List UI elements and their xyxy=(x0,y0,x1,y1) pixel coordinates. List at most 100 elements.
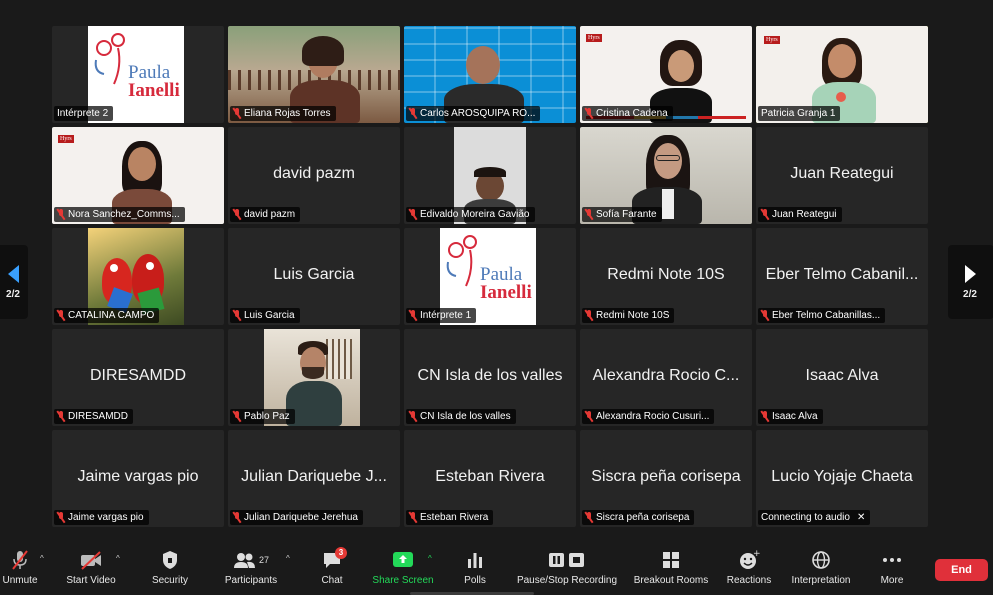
participant-nametag: CN Isla de los valles xyxy=(406,409,516,424)
participant-tile[interactable]: Eber Telmo Cabanil... Eber Telmo Cabanil… xyxy=(756,228,928,325)
participant-tile[interactable]: Carlos AROSQUIPA RO... xyxy=(404,26,576,123)
svg-text:+: + xyxy=(753,549,760,559)
close-icon[interactable]: ✕ xyxy=(857,510,865,525)
participant-nametag: Luis Garcia xyxy=(230,308,300,323)
mic-muted-icon xyxy=(233,512,241,523)
participant-nametag: Juan Reategui xyxy=(758,207,842,222)
participant-tile[interactable]: Hyrs Nora Sanchez_Comms... xyxy=(52,127,224,224)
chevron-up-icon[interactable]: ^ xyxy=(116,554,120,563)
participant-nametag: DIRESAMDD xyxy=(54,409,134,424)
pause-stop-icon xyxy=(547,549,587,571)
participant-tile[interactable]: Redmi Note 10S Redmi Note 10S xyxy=(580,228,752,325)
participant-tile[interactable]: Alexandra Rocio C... Alexandra Rocio Cus… xyxy=(580,329,752,426)
participant-nametag: Alexandra Rocio Cusuri... xyxy=(582,409,715,424)
participant-display-name: Isaac Alva xyxy=(805,367,879,384)
participant-nametag: Intérprete 2 xyxy=(54,106,114,121)
mic-muted-icon xyxy=(233,310,241,321)
mic-muted-icon xyxy=(585,209,593,220)
next-page-button[interactable]: 2/2 xyxy=(948,245,993,319)
pause-stop-recording-button[interactable]: Pause/Stop Recording xyxy=(512,549,622,591)
mic-muted-icon xyxy=(761,411,769,422)
page-indicator-left: 2/2 xyxy=(6,288,20,300)
participant-display-name: CN Isla de los valles xyxy=(417,367,563,384)
meeting-toolbar: Unmute ^ Start Video ^ Security 27 Parti… xyxy=(0,545,993,595)
arrow-right-icon xyxy=(964,264,976,283)
bar-chart-icon xyxy=(466,549,484,571)
chat-bubble-icon: 3 xyxy=(321,547,347,571)
breakout-rooms-button[interactable]: Breakout Rooms xyxy=(630,549,712,591)
share-screen-button[interactable]: Share Screen xyxy=(370,549,436,591)
polls-button[interactable]: Polls xyxy=(456,549,494,591)
participant-nametag: Intérprete 1 xyxy=(406,308,477,323)
mic-muted-icon xyxy=(409,310,417,321)
participant-tile[interactable]: Hyrs Cristina Cadena xyxy=(580,26,752,123)
unmute-button[interactable]: Unmute xyxy=(0,549,40,591)
participant-tile[interactable]: Luis Garcia Luis Garcia xyxy=(228,228,400,325)
end-meeting-button[interactable]: End xyxy=(935,559,988,581)
participant-tile[interactable]: Esteban Rivera Esteban Rivera xyxy=(404,430,576,527)
participant-tile-active-speaker[interactable]: Hyrs Patricia Granja 1 xyxy=(756,26,928,123)
participants-count: 27 xyxy=(258,555,269,565)
mic-muted-icon xyxy=(585,411,593,422)
participant-tile[interactable]: Paula Ianelli Intérprete 2 xyxy=(52,26,224,123)
participant-tile[interactable]: CATALINA CAMPO xyxy=(52,228,224,325)
breakout-grid-icon xyxy=(661,549,681,571)
ellipsis-icon xyxy=(881,549,903,571)
participant-nametag: Eliana Rojas Torres xyxy=(230,106,336,121)
participant-tile[interactable]: Juan Reategui Juan Reategui xyxy=(756,127,928,224)
participant-tile[interactable]: Sofía Farante xyxy=(580,127,752,224)
mic-muted-icon xyxy=(585,512,593,523)
mic-muted-icon xyxy=(409,108,417,119)
zoom-meeting-window: 2/2 2/2 Paula Ianelli Intérprete 2 Elian… xyxy=(0,0,993,595)
reactions-button[interactable]: + Reactions xyxy=(722,549,776,591)
participant-display-name: Alexandra Rocio C... xyxy=(592,367,740,384)
participant-tile[interactable]: Lucio Yojaje Chaeta Connecting to audio ✕ xyxy=(756,430,928,527)
logo-text-2: Ianelli xyxy=(128,80,180,101)
participant-nametag: Jaime vargas pio xyxy=(54,510,149,525)
chevron-up-icon[interactable]: ^ xyxy=(428,554,432,563)
participant-display-name: Lucio Yojaje Chaeta xyxy=(771,468,913,485)
participant-display-name: Julian Dariquebe J... xyxy=(241,468,387,485)
participant-nametag: Julian Dariquebe Jerehua xyxy=(230,510,363,525)
previous-page-button[interactable]: 2/2 xyxy=(0,245,28,319)
mic-muted-icon xyxy=(57,209,65,220)
participant-tile[interactable]: Jaime vargas pio Jaime vargas pio xyxy=(52,430,224,527)
chevron-up-icon[interactable]: ^ xyxy=(286,554,290,563)
share-screen-icon xyxy=(392,549,414,571)
more-button[interactable]: More xyxy=(872,549,912,591)
participant-tile[interactable]: Paula Ianelli Intérprete 1 xyxy=(404,228,576,325)
start-video-button[interactable]: Start Video xyxy=(62,549,120,591)
participant-tile[interactable]: Pablo Paz xyxy=(228,329,400,426)
participant-tile[interactable]: Edivaldo Moreira Gavião xyxy=(404,127,576,224)
gallery-view: Paula Ianelli Intérprete 2 Eliana Rojas … xyxy=(52,26,928,528)
participant-tile[interactable]: Julian Dariquebe J... Julian Dariquebe J… xyxy=(228,430,400,527)
participant-tile[interactable]: Isaac Alva Isaac Alva xyxy=(756,329,928,426)
participant-nametag: Siscra peña corisepa xyxy=(582,510,695,525)
mic-muted-icon xyxy=(585,108,593,119)
participant-nametag: david pazm xyxy=(230,207,301,222)
mic-muted-icon xyxy=(57,411,65,422)
security-button[interactable]: Security xyxy=(146,549,194,591)
participant-tile[interactable]: CN Isla de los valles CN Isla de los val… xyxy=(404,329,576,426)
chevron-up-icon[interactable]: ^ xyxy=(40,554,44,563)
mic-muted-icon xyxy=(10,549,30,571)
smiley-icon: + xyxy=(738,549,760,571)
participant-tile[interactable]: Siscra peña corisepa Siscra peña corisep… xyxy=(580,430,752,527)
participant-tile[interactable]: david pazm david pazm xyxy=(228,127,400,224)
participant-nametag: Connecting to audio ✕ xyxy=(758,510,871,525)
participant-display-name: Esteban Rivera xyxy=(435,468,545,485)
participant-display-name: Luis Garcia xyxy=(273,266,355,283)
chat-button[interactable]: 3 Chat xyxy=(312,547,352,591)
participant-nametag: Nora Sanchez_Comms... xyxy=(54,207,185,222)
shield-icon xyxy=(161,549,179,571)
participant-tile[interactable]: DIRESAMDD DIRESAMDD xyxy=(52,329,224,426)
participant-nametag: Edivaldo Moreira Gavião xyxy=(406,207,535,222)
globe-icon xyxy=(810,549,832,571)
participants-button[interactable]: 27 Participants xyxy=(220,549,282,591)
interpretation-button[interactable]: Interpretation xyxy=(786,549,856,591)
mic-muted-icon xyxy=(233,108,241,119)
participant-tile[interactable]: Eliana Rojas Torres xyxy=(228,26,400,123)
mic-muted-icon xyxy=(585,310,593,321)
participant-nametag: Cristina Cadena xyxy=(582,106,673,121)
mic-muted-icon xyxy=(233,411,241,422)
